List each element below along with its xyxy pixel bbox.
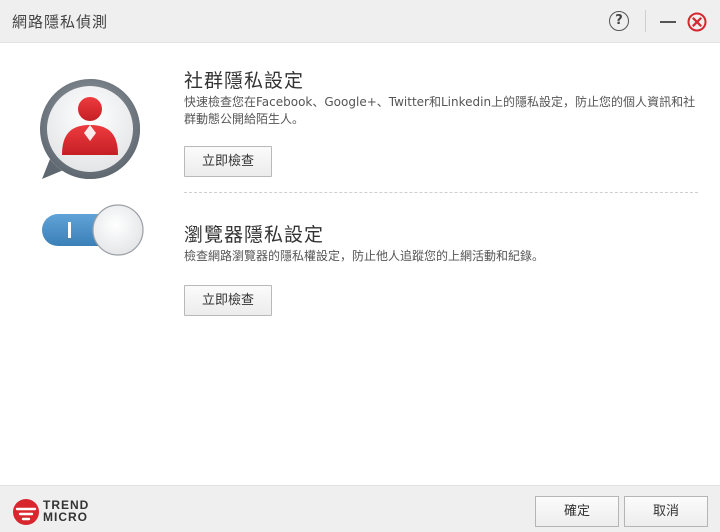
ok-button[interactable]: 確定 bbox=[535, 496, 619, 527]
close-icon[interactable] bbox=[687, 12, 707, 32]
footer-bar: TREND MICRO 確定 取消 bbox=[0, 485, 720, 532]
trend-micro-logo: TREND MICRO bbox=[12, 498, 102, 528]
social-check-now-button[interactable]: 立即檢查 bbox=[184, 146, 272, 177]
titlebar-divider bbox=[645, 10, 646, 32]
browser-check-now-button[interactable]: 立即檢查 bbox=[184, 285, 272, 316]
cancel-button[interactable]: 取消 bbox=[624, 496, 708, 527]
browser-privacy-description: 檢查網路瀏覽器的隱私權設定，防止他人追蹤您的上網活動和紀錄。 bbox=[184, 249, 545, 263]
logo-line-2: MICRO bbox=[43, 510, 88, 524]
trend-micro-logo-icon bbox=[13, 499, 39, 525]
title-bar: 網路隱私偵測 ? bbox=[0, 0, 720, 43]
minimize-button[interactable] bbox=[660, 21, 676, 23]
social-privacy-description: 快速檢查您在Facebook、Google+、Twitter和Linkedin上… bbox=[184, 95, 696, 126]
window-title: 網路隱私偵測 bbox=[12, 13, 109, 31]
social-profile-icon bbox=[40, 79, 140, 179]
social-privacy-title: 社群隱私設定 bbox=[184, 70, 305, 92]
toggle-switch-icon bbox=[42, 204, 144, 256]
section-divider bbox=[184, 192, 698, 193]
logo-text: TREND MICRO bbox=[43, 499, 89, 523]
browser-privacy-title: 瀏覽器隱私設定 bbox=[184, 224, 325, 246]
help-button[interactable]: ? bbox=[609, 11, 629, 31]
